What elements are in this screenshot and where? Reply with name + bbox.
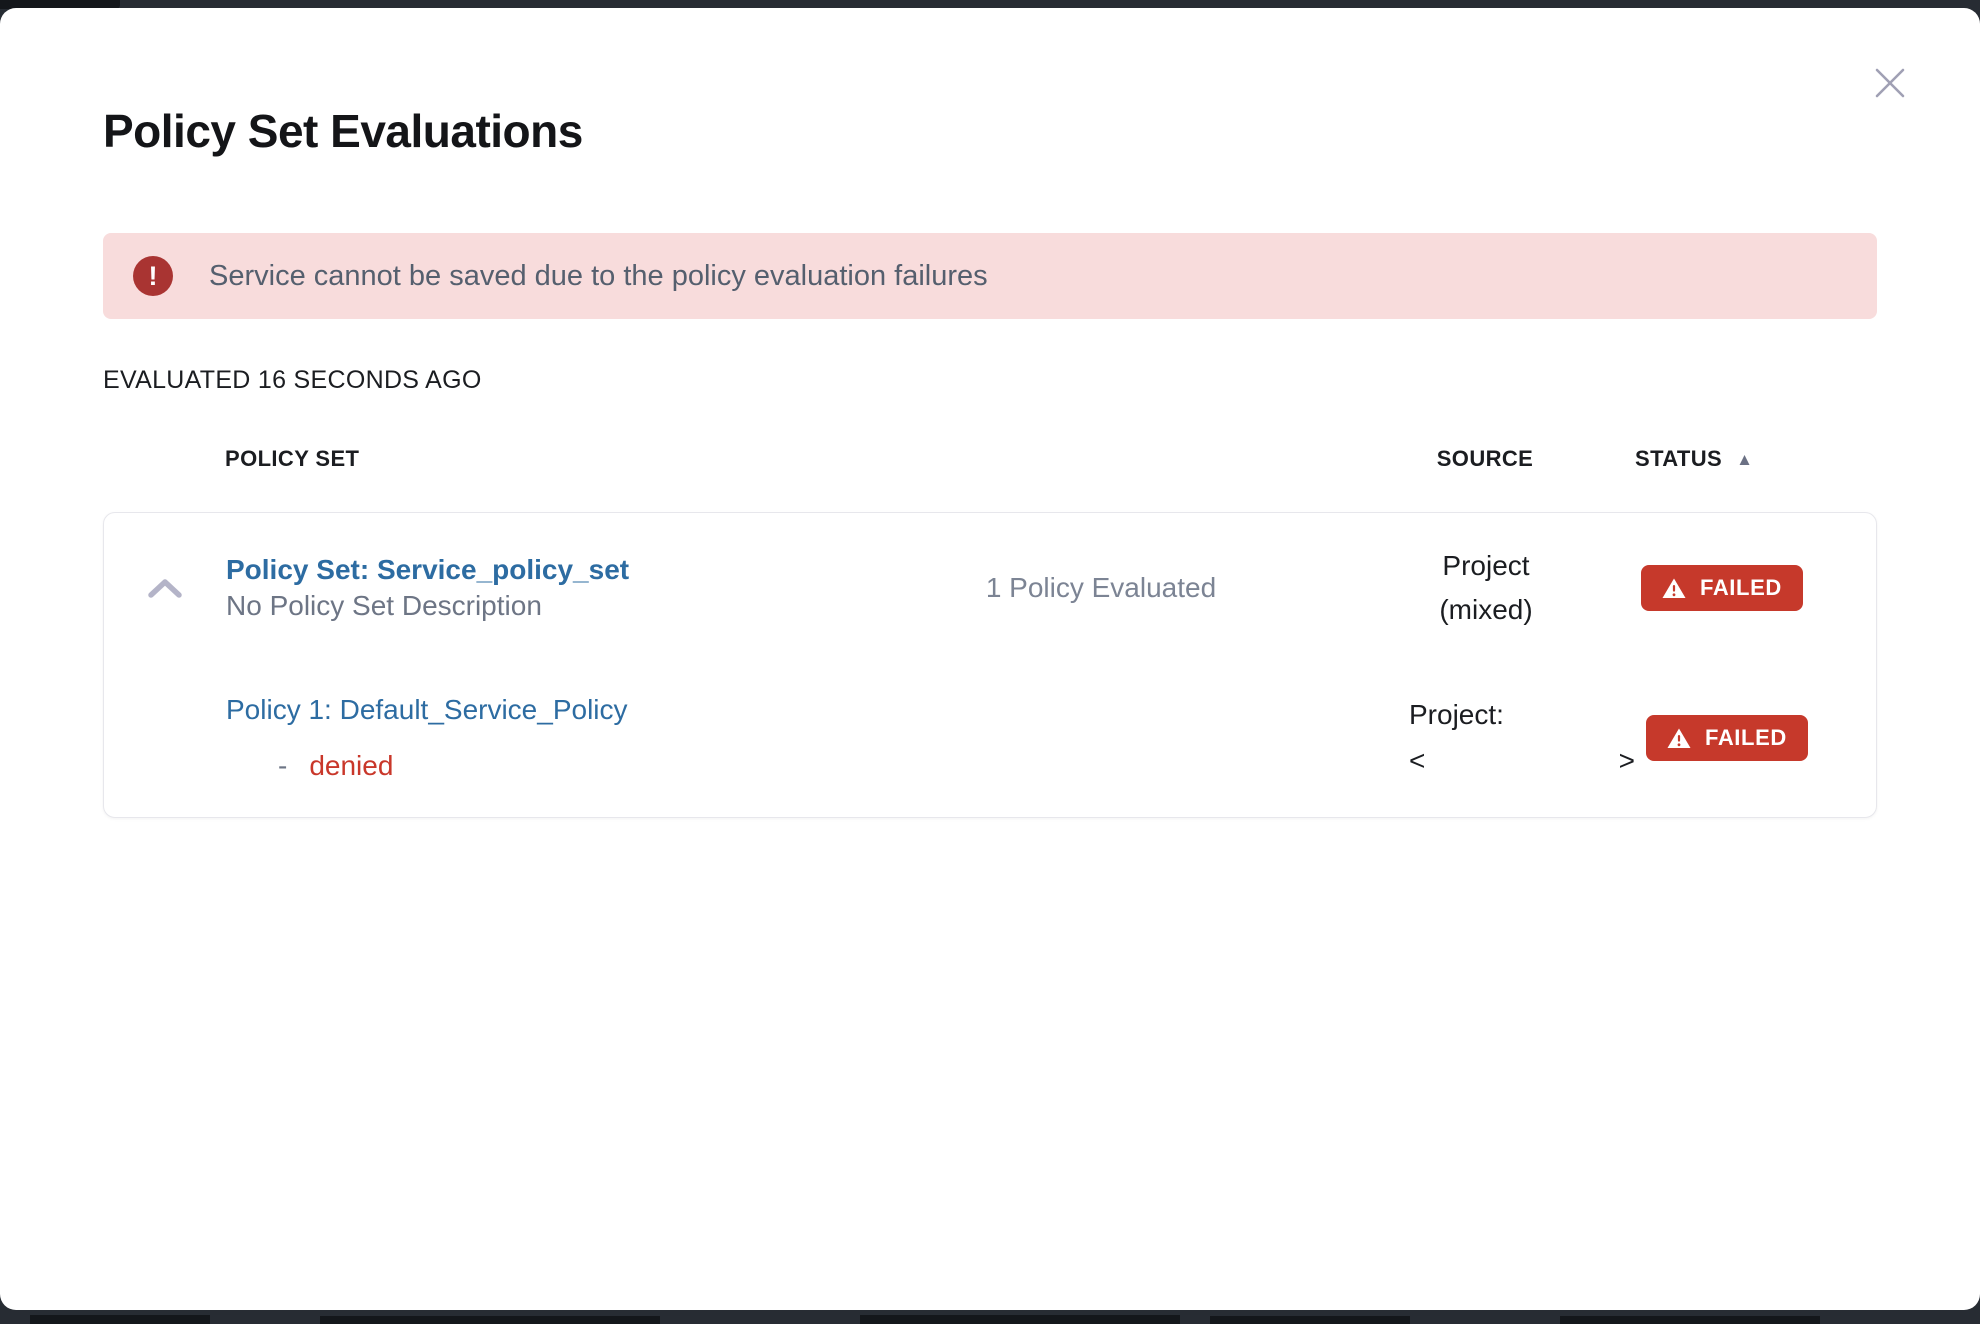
chevron-up-icon <box>145 576 185 600</box>
policies-evaluated-count: 1 Policy Evaluated <box>866 572 1336 604</box>
close-icon[interactable] <box>1866 59 1914 107</box>
policy-set-evaluations-modal: Policy Set Evaluations ! Service cannot … <box>0 8 1980 1310</box>
status-badge-label: FAILED <box>1705 725 1787 751</box>
page-title: Policy Set Evaluations <box>103 104 583 158</box>
source-cell: Project (mixed) <box>1336 544 1636 632</box>
sort-ascending-icon: ▲ <box>1736 451 1753 468</box>
error-banner-message: Service cannot be saved due to the polic… <box>209 260 988 293</box>
policy-link[interactable]: Policy 1: Default_Service_Policy <box>226 694 866 726</box>
evaluated-timestamp: EVALUATED 16 SECONDS AGO <box>103 366 482 395</box>
obscured-background-content <box>1210 1316 1410 1324</box>
status-badge-failed: FAILED <box>1641 565 1803 611</box>
column-header-status-label: STATUS <box>1635 446 1722 472</box>
error-icon: ! <box>133 256 173 296</box>
warning-icon <box>1667 728 1691 749</box>
source-redacted-value: Project: < > <box>1409 692 1635 784</box>
policy-set-description: No Policy Set Description <box>226 589 866 623</box>
angle-close: > <box>1619 738 1635 784</box>
column-header-status[interactable]: STATUS ▲ <box>1635 446 1877 472</box>
policy-set-row: Policy Set: Service_policy_set No Policy… <box>104 513 1876 663</box>
error-banner: ! Service cannot be saved due to the pol… <box>103 233 1877 319</box>
obscured-background-content <box>320 1316 660 1324</box>
policy-set-cell: Policy Set: Service_policy_set No Policy… <box>226 553 866 623</box>
source-cell: Project: < > <box>1336 692 1636 784</box>
policy-set-link[interactable]: Policy Set: Service_policy_set <box>226 553 866 587</box>
column-header-source: SOURCE <box>1335 446 1635 472</box>
policy-result: - denied <box>278 750 866 782</box>
status-cell: FAILED <box>1636 565 1876 611</box>
status-badge-label: FAILED <box>1700 575 1782 601</box>
policy-cell: Policy 1: Default_Service_Policy - denie… <box>226 694 866 782</box>
policy-set-evaluation-card: Policy Set: Service_policy_set No Policy… <box>103 512 1877 818</box>
warning-icon <box>1662 578 1686 599</box>
source-type: Project: <box>1409 692 1635 738</box>
status-cell: FAILED <box>1636 715 1876 761</box>
obscured-background-content <box>1560 1316 1820 1324</box>
result-denied-label: denied <box>309 750 393 782</box>
page-background: { "modal": { "title": "Policy Set Evalua… <box>0 0 1980 1324</box>
error-icon-glyph: ! <box>149 261 158 292</box>
collapse-toggle-button[interactable] <box>104 576 226 600</box>
obscured-background-content <box>30 1315 210 1324</box>
table-header-row: POLICY SET SOURCE STATUS ▲ <box>103 446 1877 472</box>
source-redacted-brackets: < > <box>1409 738 1635 784</box>
result-bullet: - <box>278 750 287 782</box>
column-header-policy-set: POLICY SET <box>225 446 865 472</box>
source-detail: (mixed) <box>1336 588 1636 632</box>
policy-row: Policy 1: Default_Service_Policy - denie… <box>104 663 1876 813</box>
obscured-background-content <box>860 1315 1180 1324</box>
status-badge-failed: FAILED <box>1646 715 1808 761</box>
angle-open: < <box>1409 738 1425 784</box>
source-type: Project <box>1336 544 1636 588</box>
